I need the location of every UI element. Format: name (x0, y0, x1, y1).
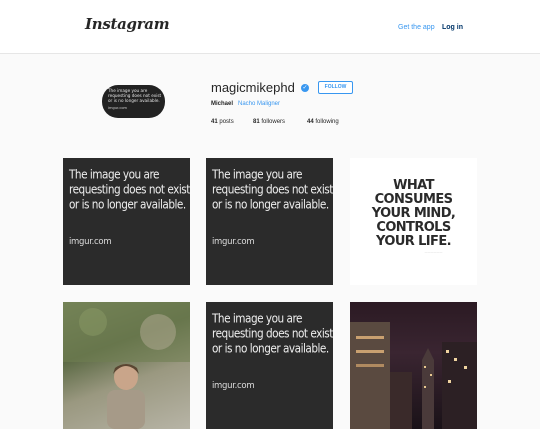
post-text-line-3: or is no longer available. (69, 198, 186, 212)
quote-signature: —————— (424, 250, 443, 254)
posts-count: 41 (211, 119, 218, 125)
log-in-link[interactable]: Log in (442, 24, 463, 31)
quote-line-2: CONSUMES (374, 192, 453, 207)
following-count: 44 (307, 119, 314, 125)
post-tile[interactable]: The image you are requesting does not ex… (206, 302, 333, 429)
avatar-site-text: imgur.com (108, 106, 128, 110)
post-tile-photo[interactable] (350, 302, 477, 429)
post-tile-quote[interactable]: WHAT CONSUMES YOUR MIND, CONTROLS YOUR L… (350, 158, 477, 285)
get-the-app-link[interactable]: Get the app (398, 24, 435, 31)
following-label: following (315, 119, 339, 125)
post-tile[interactable]: The image you are requesting does not ex… (63, 158, 190, 285)
quote-line-3: YOUR MIND, (371, 206, 456, 221)
post-tile-photo[interactable] (63, 302, 190, 429)
avatar-text-line-3: or is no longer available. (108, 98, 160, 103)
profile-full-name: Michael (211, 101, 234, 107)
posts-count-stat: 41 posts (211, 119, 234, 125)
profile-bio-link[interactable]: Nacho Maligner (238, 101, 280, 107)
profile-username: magicmikephd (211, 80, 295, 95)
followers-label: followers (261, 119, 286, 125)
quote-line-1: WHAT (393, 178, 434, 193)
post-text-line-3: or is no longer available. (212, 198, 329, 212)
top-navigation-bar: Instagram Get the app Log in (0, 0, 540, 54)
post-text-line-3: or is no longer available. (212, 342, 329, 356)
city-night-image (350, 322, 477, 429)
following-count-stat[interactable]: 44 following (307, 119, 339, 125)
post-site-text: imgur.com (212, 381, 255, 391)
profile-avatar[interactable]: The image you are requesting does not ex… (102, 85, 165, 118)
verified-badge-icon: ✓ (301, 84, 309, 92)
quote-line-4: CONTROLS (376, 220, 451, 235)
post-site-text: imgur.com (212, 237, 255, 247)
post-tile[interactable]: The image you are requesting does not ex… (206, 158, 333, 285)
posts-label: posts (219, 119, 234, 125)
post-site-text: imgur.com (69, 237, 112, 247)
instagram-logo[interactable]: Instagram (85, 15, 170, 33)
followers-count-stat[interactable]: 81 followers (253, 119, 285, 125)
followers-count: 81 (253, 119, 260, 125)
person-photo-image (63, 302, 190, 429)
follow-button[interactable]: FOLLOW (318, 81, 353, 94)
quote-line-5: YOUR LIFE. (376, 234, 452, 249)
